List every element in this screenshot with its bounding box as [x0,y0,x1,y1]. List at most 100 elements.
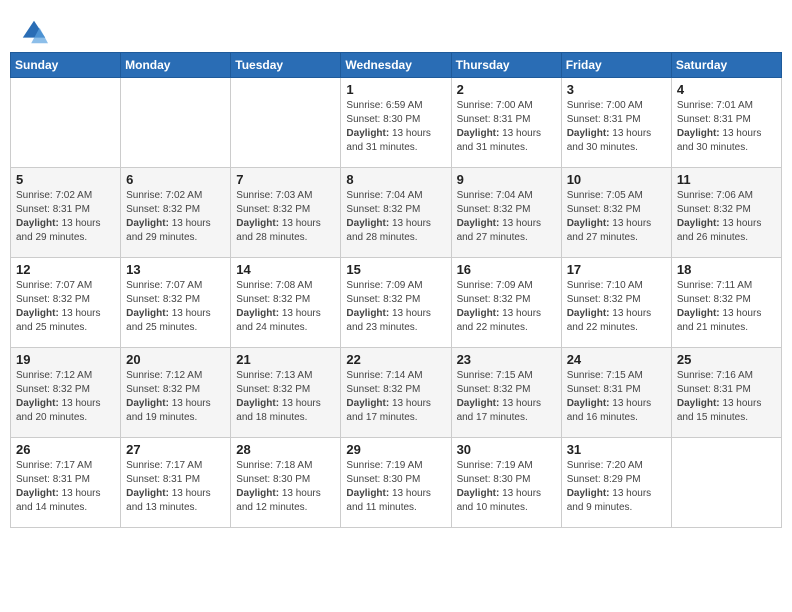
day-number: 2 [457,82,556,97]
day-info: Sunrise: 7:14 AMSunset: 8:32 PMDaylight:… [346,369,445,425]
weekday-header-friday: Friday [561,53,671,78]
day-info: Sunrise: 7:20 AMSunset: 8:29 PMDaylight:… [567,459,666,515]
calendar-cell: 31 Sunrise: 7:20 AMSunset: 8:29 PMDayligh… [561,438,671,528]
calendar-cell [121,78,231,168]
logo [20,18,50,46]
day-number: 17 [567,262,666,277]
calendar-cell: 5 Sunrise: 7:02 AMSunset: 8:31 PMDaylight… [11,168,121,258]
day-number: 6 [126,172,225,187]
day-info: Sunrise: 7:11 AMSunset: 8:32 PMDaylight:… [677,279,776,335]
calendar-cell: 8 Sunrise: 7:04 AMSunset: 8:32 PMDaylight… [341,168,451,258]
calendar-week-5: 26 Sunrise: 7:17 AMSunset: 8:31 PMDayligh… [11,438,782,528]
day-number: 11 [677,172,776,187]
day-info: Sunrise: 7:19 AMSunset: 8:30 PMDaylight:… [346,459,445,515]
calendar-cell: 12 Sunrise: 7:07 AMSunset: 8:32 PMDayligh… [11,258,121,348]
calendar-week-4: 19 Sunrise: 7:12 AMSunset: 8:32 PMDayligh… [11,348,782,438]
day-info: Sunrise: 7:15 AMSunset: 8:31 PMDaylight:… [567,369,666,425]
day-info: Sunrise: 7:12 AMSunset: 8:32 PMDaylight:… [16,369,115,425]
calendar-cell: 11 Sunrise: 7:06 AMSunset: 8:32 PMDayligh… [671,168,781,258]
calendar-cell: 2 Sunrise: 7:00 AMSunset: 8:31 PMDaylight… [451,78,561,168]
day-number: 7 [236,172,335,187]
day-number: 21 [236,352,335,367]
calendar-cell [231,78,341,168]
calendar-cell: 22 Sunrise: 7:14 AMSunset: 8:32 PMDayligh… [341,348,451,438]
calendar-cell: 19 Sunrise: 7:12 AMSunset: 8:32 PMDayligh… [11,348,121,438]
day-info: Sunrise: 7:17 AMSunset: 8:31 PMDaylight:… [16,459,115,515]
calendar-week-3: 12 Sunrise: 7:07 AMSunset: 8:32 PMDayligh… [11,258,782,348]
calendar-cell: 20 Sunrise: 7:12 AMSunset: 8:32 PMDayligh… [121,348,231,438]
day-info: Sunrise: 7:17 AMSunset: 8:31 PMDaylight:… [126,459,225,515]
calendar-cell [671,438,781,528]
calendar-cell: 18Sunrise: 7:11 AMSunset: 8:32 PMDayligh… [671,258,781,348]
logo-icon [20,18,48,46]
calendar-cell: 25 Sunrise: 7:16 AMSunset: 8:31 PMDayligh… [671,348,781,438]
day-number: 13 [126,262,225,277]
day-info: Sunrise: 7:02 AMSunset: 8:31 PMDaylight:… [16,189,115,245]
weekday-header-saturday: Saturday [671,53,781,78]
day-number: 4 [677,82,776,97]
calendar-cell: 16 Sunrise: 7:09 AMSunset: 8:32 PMDayligh… [451,258,561,348]
day-info: Sunrise: 7:00 AMSunset: 8:31 PMDaylight:… [457,99,556,155]
day-info: Sunrise: 7:18 AMSunset: 8:30 PMDaylight:… [236,459,335,515]
calendar-cell: 3 Sunrise: 7:00 AMSunset: 8:31 PMDaylight… [561,78,671,168]
day-number: 16 [457,262,556,277]
day-number: 27 [126,442,225,457]
weekday-header-thursday: Thursday [451,53,561,78]
day-info: Sunrise: 7:00 AMSunset: 8:31 PMDaylight:… [567,99,666,155]
day-number: 23 [457,352,556,367]
day-number: 26 [16,442,115,457]
calendar-cell: 23 Sunrise: 7:15 AMSunset: 8:32 PMDayligh… [451,348,561,438]
day-number: 30 [457,442,556,457]
calendar-cell: 24 Sunrise: 7:15 AMSunset: 8:31 PMDayligh… [561,348,671,438]
day-info: Sunrise: 7:09 AMSunset: 8:32 PMDaylight:… [346,279,445,335]
calendar-table: SundayMondayTuesdayWednesdayThursdayFrid… [10,52,782,528]
day-info: Sunrise: 7:16 AMSunset: 8:31 PMDaylight:… [677,369,776,425]
day-info: Sunrise: 7:09 AMSunset: 8:32 PMDaylight:… [457,279,556,335]
calendar-cell: 28 Sunrise: 7:18 AMSunset: 8:30 PMDayligh… [231,438,341,528]
calendar-week-2: 5 Sunrise: 7:02 AMSunset: 8:31 PMDaylight… [11,168,782,258]
calendar-cell: 26 Sunrise: 7:17 AMSunset: 8:31 PMDayligh… [11,438,121,528]
calendar-week-1: 1 Sunrise: 6:59 AMSunset: 8:30 PMDaylight… [11,78,782,168]
day-info: Sunrise: 7:08 AMSunset: 8:32 PMDaylight:… [236,279,335,335]
calendar-cell: 27 Sunrise: 7:17 AMSunset: 8:31 PMDayligh… [121,438,231,528]
day-number: 15 [346,262,445,277]
day-number: 25 [677,352,776,367]
calendar-cell: 14 Sunrise: 7:08 AMSunset: 8:32 PMDayligh… [231,258,341,348]
weekday-header-tuesday: Tuesday [231,53,341,78]
day-number: 10 [567,172,666,187]
weekday-header-sunday: Sunday [11,53,121,78]
day-info: Sunrise: 7:05 AMSunset: 8:32 PMDaylight:… [567,189,666,245]
calendar-cell: 17 Sunrise: 7:10 AMSunset: 8:32 PMDayligh… [561,258,671,348]
page-header [10,10,782,52]
day-number: 31 [567,442,666,457]
day-info: Sunrise: 7:13 AMSunset: 8:32 PMDaylight:… [236,369,335,425]
day-number: 20 [126,352,225,367]
calendar-cell: 6 Sunrise: 7:02 AMSunset: 8:32 PMDaylight… [121,168,231,258]
day-info: Sunrise: 7:12 AMSunset: 8:32 PMDaylight:… [126,369,225,425]
day-info: Sunrise: 7:15 AMSunset: 8:32 PMDaylight:… [457,369,556,425]
calendar-cell: 21 Sunrise: 7:13 AMSunset: 8:32 PMDayligh… [231,348,341,438]
day-number: 9 [457,172,556,187]
day-number: 3 [567,82,666,97]
day-number: 5 [16,172,115,187]
day-number: 1 [346,82,445,97]
calendar-cell: 7 Sunrise: 7:03 AMSunset: 8:32 PMDaylight… [231,168,341,258]
calendar-cell: 9Sunrise: 7:04 AMSunset: 8:32 PMDaylight… [451,168,561,258]
day-number: 12 [16,262,115,277]
day-number: 22 [346,352,445,367]
day-info: Sunrise: 7:03 AMSunset: 8:32 PMDaylight:… [236,189,335,245]
day-info: Sunrise: 7:02 AMSunset: 8:32 PMDaylight:… [126,189,225,245]
day-info: Sunrise: 7:07 AMSunset: 8:32 PMDaylight:… [126,279,225,335]
day-number: 8 [346,172,445,187]
day-number: 28 [236,442,335,457]
day-info: Sunrise: 6:59 AMSunset: 8:30 PMDaylight:… [346,99,445,155]
day-info: Sunrise: 7:07 AMSunset: 8:32 PMDaylight:… [16,279,115,335]
day-number: 24 [567,352,666,367]
weekday-header-wednesday: Wednesday [341,53,451,78]
day-number: 14 [236,262,335,277]
day-info: Sunrise: 7:06 AMSunset: 8:32 PMDaylight:… [677,189,776,245]
day-info: Sunrise: 7:04 AMSunset: 8:32 PMDaylight:… [346,189,445,245]
day-number: 19 [16,352,115,367]
day-info: Sunrise: 7:10 AMSunset: 8:32 PMDaylight:… [567,279,666,335]
calendar-cell: 10 Sunrise: 7:05 AMSunset: 8:32 PMDayligh… [561,168,671,258]
